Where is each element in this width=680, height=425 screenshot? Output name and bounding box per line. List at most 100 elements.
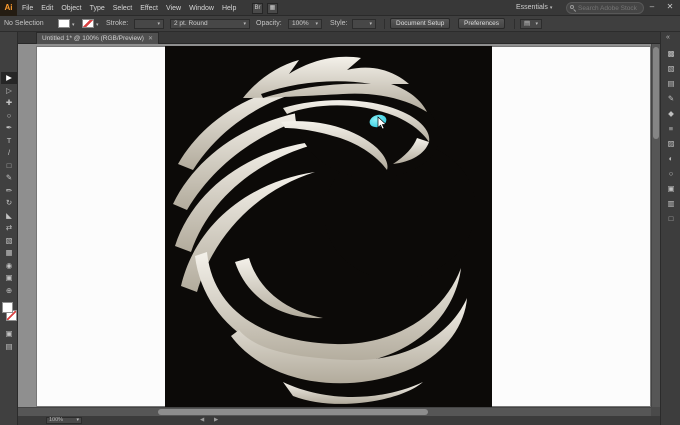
rectangle-tool[interactable]: □ [1,160,17,172]
menu-window[interactable]: Window [189,5,214,12]
menu-file[interactable]: File [22,5,33,12]
swatches-panel-icon[interactable]: ▤ [664,78,678,90]
rotate-tool[interactable]: ↻ [1,197,17,209]
chevron-down-icon: ▾ [369,21,372,27]
arrange-documents-icon[interactable]: ▦ [267,3,278,14]
eyedropper-tool[interactable]: ◉ [1,260,17,272]
workspace-label: Essentials [516,4,548,11]
brushes-panel-icon[interactable]: ✎ [664,93,678,105]
stroke-swatch[interactable] [82,19,94,28]
fill-color-swatch[interactable] [2,302,13,313]
artboards-panel-icon[interactable]: □ [664,213,678,225]
illustrator-window: Ai File Edit Object Type Select Effect V… [0,0,680,425]
horizontal-scrollbar-thumb[interactable] [158,409,428,415]
artboard-tool[interactable]: ▣ [1,272,17,284]
zoom-tool[interactable]: ⊕ [1,285,17,297]
menu-object[interactable]: Object [61,5,81,12]
zoom-level: 100% [49,417,64,423]
brush-value: 2 pt. Round [174,20,208,27]
separator [514,19,515,29]
paintbrush-tool[interactable]: ✎ [1,172,17,184]
tab-close-icon[interactable]: ✕ [148,35,153,42]
color-guide-panel-icon[interactable]: ▧ [664,63,678,75]
menu-type[interactable]: Type [90,5,105,12]
document-setup-button[interactable]: Document Setup [390,18,451,29]
menu-select[interactable]: Select [113,5,132,12]
mouse-cursor [377,116,387,135]
stock-search[interactable] [566,2,644,14]
menu-edit[interactable]: Edit [41,5,53,12]
selection-status: No Selection [4,20,44,27]
bridge-button[interactable]: Br [252,3,263,14]
control-bar: No Selection ▾ ▾ Stroke: ▾ 2 pt. Round ▾… [0,16,680,32]
transparency-panel-icon[interactable]: ◐ [664,153,678,165]
menu-effect[interactable]: Effect [140,5,158,12]
horizontal-scrollbar[interactable] [18,407,651,416]
illustrator-logo: Ai [0,0,17,16]
stroke-label: Stroke: [106,20,129,27]
fill-swatch[interactable] [58,19,70,28]
appearance-panel-icon[interactable]: ○ [664,168,678,180]
chevron-down-icon: ▾ [76,417,79,423]
style-dropdown[interactable]: ▾ [352,19,376,29]
status-bar: 100% ▾ ◀ ▶ [18,416,660,425]
type-tool[interactable]: T [1,135,17,147]
mesh-tool[interactable]: ▦ [1,247,17,259]
lasso-tool[interactable]: ○ [1,110,17,122]
graphic-styles-panel-icon[interactable]: ▣ [664,183,678,195]
search-input[interactable] [578,4,640,12]
scale-tool[interactable]: ◣ [1,210,17,222]
menu-help[interactable]: Help [222,5,236,12]
minimize-button[interactable]: – [646,2,658,11]
separator [384,19,385,29]
opacity-dropdown[interactable]: 100% ▾ [288,19,322,29]
close-button[interactable]: ✕ [664,2,676,11]
next-artboard-icon[interactable]: ▶ [214,417,218,423]
expand-panels-icon[interactable]: « [666,34,670,41]
chevron-down-icon: ▾ [535,21,538,27]
selection-tool[interactable]: ▶ [1,72,17,84]
stroke-weight-dropdown[interactable]: ▾ [134,19,164,29]
chevron-down-icon: ▾ [243,21,246,27]
search-icon [570,5,577,12]
workspace-switcher[interactable]: Essentials ▾ [516,4,552,11]
screen-mode-icon[interactable]: ▤ [1,341,17,353]
chevron-down-icon: ▾ [157,21,160,27]
panel-dock: « ▩ ▧ ▤ ✎ ◆ ≡ ▨ ◐ ○ ▣ ▥ □ [660,32,680,425]
document-title: Untitled 1* @ 100% (RGB/Preview) [42,35,144,42]
document-tab-bar: Untitled 1* @ 100% (RGB/Preview) ✕ [18,32,680,44]
menu-view[interactable]: View [166,5,181,12]
align-options-button[interactable]: ▤ ▾ [520,19,542,29]
width-tool[interactable]: ⇄ [1,222,17,234]
zoom-level-dropdown[interactable]: 100% ▾ [46,417,82,424]
layers-panel-icon[interactable]: ▥ [664,198,678,210]
eagle-artwork[interactable] [165,46,492,407]
chevron-down-icon: ▾ [549,5,553,11]
pen-tool[interactable]: ✒ [1,122,17,134]
pencil-tool[interactable]: ✏ [1,185,17,197]
menu-bar: Ai File Edit Object Type Select Effect V… [0,0,680,16]
gradient-tool[interactable]: ▧ [1,235,17,247]
placed-image[interactable] [165,46,492,407]
tools-panel: ▶ ▷ ✚ ○ ✒ T / □ ✎ ✏ ↻ ◣ ⇄ ▧ ▦ ◉ ▣ ⊕ ▣ ▤ [0,32,18,425]
gradient-panel-icon[interactable]: ▨ [664,138,678,150]
line-segment-tool[interactable]: / [1,147,17,159]
vertical-scrollbar[interactable] [651,44,660,407]
direct-selection-tool[interactable]: ▷ [1,85,17,97]
opacity-label: Opacity: [256,20,282,27]
magic-wand-tool[interactable]: ✚ [1,97,17,109]
vertical-scrollbar-thumb[interactable] [653,47,659,139]
draw-mode-icon[interactable]: ▣ [1,328,17,340]
stroke-panel-icon[interactable]: ≡ [664,123,678,135]
fill-caret-icon[interactable]: ▾ [72,22,75,28]
preferences-button[interactable]: Preferences [458,18,506,29]
opacity-value: 100% [292,20,309,27]
symbols-panel-icon[interactable]: ◆ [664,108,678,120]
stroke-caret-icon[interactable]: ▾ [96,22,99,28]
brush-definition-dropdown[interactable]: 2 pt. Round ▾ [170,19,250,29]
prev-artboard-icon[interactable]: ◀ [200,417,204,423]
color-panel-icon[interactable]: ▩ [664,48,678,60]
chevron-down-icon: ▾ [315,21,318,27]
document-tab[interactable]: Untitled 1* @ 100% (RGB/Preview) ✕ [36,32,159,44]
style-label: Style: [330,20,348,27]
